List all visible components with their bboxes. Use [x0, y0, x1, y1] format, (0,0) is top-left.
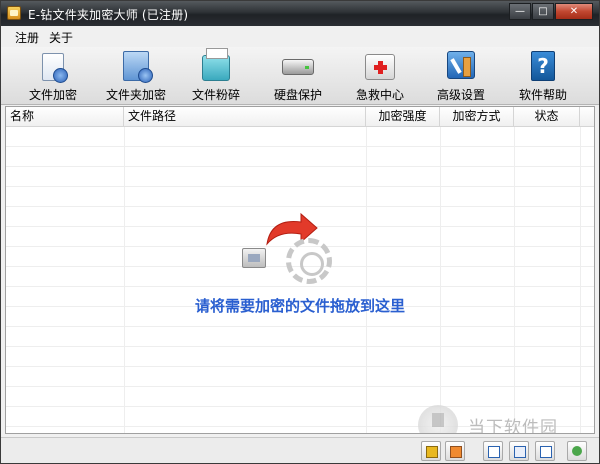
empty-row — [6, 167, 594, 187]
empty-row — [6, 187, 594, 207]
menu-bar: 注册 关于 — [1, 26, 599, 47]
list-header: 名称 文件路径 加密强度 加密方式 状态 — [6, 107, 594, 127]
column-method[interactable]: 加密方式 — [440, 107, 514, 127]
menu-about[interactable]: 关于 — [49, 29, 73, 46]
drop-hint-text: 请将需要加密的文件拖放到这里 — [194, 297, 405, 315]
column-divider — [514, 127, 515, 433]
help-label: 软件帮助 — [518, 88, 567, 102]
empty-row — [6, 387, 594, 407]
empty-row — [6, 347, 594, 367]
maximize-button[interactable]: □ — [532, 3, 554, 20]
folder-encrypt-label: 文件夹加密 — [105, 88, 166, 102]
file-encrypt-button[interactable]: 文件加密 — [13, 49, 93, 103]
file-encrypt-label: 文件加密 — [28, 88, 77, 102]
empty-row — [6, 367, 594, 387]
minimize-button[interactable]: — — [509, 3, 531, 20]
file-shred-icon — [202, 48, 230, 81]
first-aid-button[interactable]: 急救中心 — [340, 49, 420, 103]
toolbar: 文件加密 文件夹加密 文件粉碎 硬盘保护 急救中心 高级设置 ? 软件帮助 — [1, 47, 599, 105]
help-button[interactable]: ? 软件帮助 — [503, 49, 583, 103]
refresh-icon[interactable] — [567, 441, 587, 461]
settings-label: 高级设置 — [436, 88, 485, 102]
close-button[interactable]: ✕ — [555, 3, 593, 20]
file-shred-button[interactable]: 文件粉碎 — [176, 48, 256, 103]
watermark-text: 当下软件园 — [468, 418, 558, 434]
view-list-icon[interactable] — [509, 441, 529, 461]
empty-row — [6, 147, 594, 167]
title-bar[interactable]: E-钻文件夹加密大师 (已注册) — □ ✕ — [1, 1, 599, 26]
file-list[interactable]: 名称 文件路径 加密强度 加密方式 状态 请将需要加密的文件拖放到这里 当下软件… — [5, 106, 595, 434]
lock-icon[interactable] — [421, 441, 441, 461]
column-divider — [124, 127, 125, 433]
window-title: E-钻文件夹加密大师 (已注册) — [28, 8, 189, 22]
unlock-icon[interactable] — [445, 441, 465, 461]
file-encrypt-icon — [42, 53, 68, 83]
first-aid-label: 急救中心 — [355, 88, 404, 102]
app-icon — [7, 6, 21, 20]
file-shred-label: 文件粉碎 — [191, 88, 240, 102]
folder-encrypt-button[interactable]: 文件夹加密 — [96, 49, 176, 103]
first-aid-icon — [365, 54, 395, 80]
empty-row — [6, 327, 594, 347]
column-divider — [440, 127, 441, 433]
settings-button[interactable]: 高级设置 — [421, 49, 501, 103]
disk-protect-icon — [282, 59, 314, 75]
settings-icon — [447, 51, 475, 79]
column-divider — [366, 127, 367, 433]
disk-protect-label: 硬盘保护 — [273, 88, 322, 102]
help-icon: ? — [531, 51, 555, 81]
view-icon[interactable] — [483, 441, 503, 461]
main-window: E-钻文件夹加密大师 (已注册) — □ ✕ 注册 关于 文件加密 文件夹加密 … — [0, 0, 600, 464]
empty-row — [6, 127, 594, 147]
column-divider — [580, 127, 581, 433]
disk-protect-button[interactable]: 硬盘保护 — [258, 49, 338, 103]
status-bar — [1, 437, 599, 463]
column-name[interactable]: 名称 — [6, 107, 124, 127]
window-controls: — □ ✕ — [508, 3, 593, 20]
view-detail-icon[interactable] — [535, 441, 555, 461]
column-path[interactable]: 文件路径 — [124, 107, 366, 127]
column-status[interactable]: 状态 — [514, 107, 580, 127]
column-strength[interactable]: 加密强度 — [366, 107, 440, 127]
menu-register[interactable]: 注册 — [15, 29, 39, 46]
drop-target-icon — [286, 238, 332, 284]
folder-encrypt-icon — [123, 51, 153, 83]
